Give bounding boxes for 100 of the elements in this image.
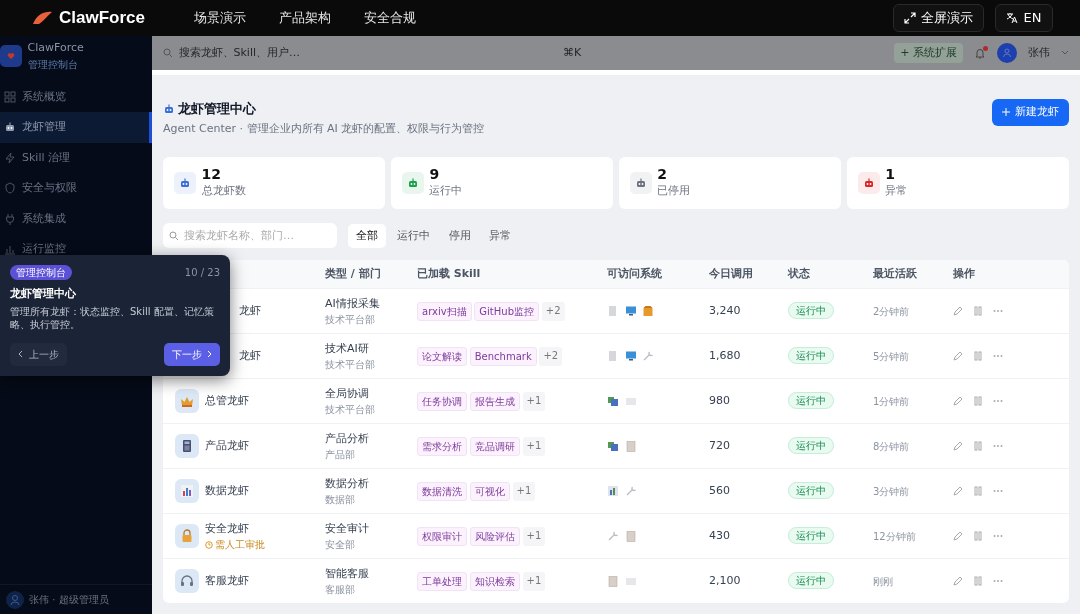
sidebar-item[interactable]: 系统集成: [0, 203, 152, 234]
extension-button[interactable]: + 系统扩展: [894, 42, 963, 64]
pause-button[interactable]: [974, 396, 982, 407]
more-count: +1: [522, 391, 546, 411]
clipboard-icon: [607, 575, 619, 588]
pause-button[interactable]: [974, 576, 982, 587]
agent-type: AI情报采集: [325, 295, 381, 312]
filter-tab[interactable]: 运行中: [388, 223, 438, 248]
user-avatar[interactable]: [997, 43, 1017, 63]
more-button[interactable]: [993, 534, 1003, 539]
tour-badge: 管理控制台: [10, 265, 72, 280]
skill-tag: Benchmark: [469, 346, 537, 366]
document-icon: [607, 350, 619, 363]
nav-link[interactable]: 场景演示: [194, 8, 247, 28]
status-badge: 运行中: [788, 572, 834, 589]
more-button[interactable]: [993, 309, 1003, 314]
column-header: 类型 / 部门: [325, 266, 382, 282]
pause-button[interactable]: [974, 531, 982, 542]
more-button[interactable]: [993, 444, 1003, 449]
department: 技术平台部: [325, 313, 376, 327]
shield-icon: [4, 182, 16, 195]
caret-icon: [1061, 50, 1069, 56]
stat-label: 总龙虾数: [201, 182, 246, 199]
skill-tag: 可视化: [469, 481, 510, 501]
chevron-left-icon: [18, 350, 23, 359]
edit-button[interactable]: [953, 441, 963, 452]
sidebar-item[interactable]: 龙虾管理: [0, 112, 152, 143]
call-count: 980: [709, 393, 731, 409]
edit-button[interactable]: [953, 351, 963, 362]
fullscreen-button[interactable]: 全屏演示: [892, 4, 985, 32]
skill-tag: 竞品调研: [469, 436, 520, 456]
call-count: 2,100: [709, 573, 742, 589]
more-count: +2: [541, 301, 565, 321]
status-badge: 运行中: [788, 392, 834, 409]
edit-button[interactable]: [953, 306, 963, 317]
call-count: 560: [709, 483, 731, 499]
monitor-icon: [624, 305, 637, 318]
search-field[interactable]: 搜索龙虾、Skill、用户…: [163, 44, 523, 62]
pause-button[interactable]: [974, 486, 982, 497]
pause-button[interactable]: [974, 441, 982, 452]
sidebar-item[interactable]: 系统概览: [0, 81, 152, 112]
more-button[interactable]: [993, 489, 1003, 494]
edit-button[interactable]: [953, 396, 963, 407]
filter-tab[interactable]: 停用: [440, 223, 479, 248]
agent-name: 安全龙虾: [204, 520, 250, 537]
more-button[interactable]: [993, 354, 1003, 359]
wrench-icon: [624, 485, 637, 498]
stat-label: 运行中: [429, 182, 463, 199]
brand-name: ClawForce: [59, 7, 145, 30]
more-count: +2: [539, 346, 563, 366]
skill-tag: 风险评估: [469, 526, 520, 546]
pause-button[interactable]: [974, 306, 982, 317]
more-button[interactable]: [993, 579, 1003, 584]
new-agent-button[interactable]: 新建龙虾: [991, 99, 1069, 126]
edit-button[interactable]: [953, 486, 963, 497]
skill-tag: 需求分析: [417, 436, 467, 456]
wrench-icon: [642, 350, 654, 363]
edit-button[interactable]: [953, 576, 963, 587]
ellipsis-icon: [993, 444, 1003, 449]
filter-tab[interactable]: 全部: [348, 223, 386, 248]
skill-tag: GitHub监控: [474, 301, 539, 321]
agent-name: 总管龙虾: [204, 393, 249, 409]
sidebar-item[interactable]: 运行监控: [0, 234, 152, 265]
agent-type: 安全审计: [325, 520, 370, 537]
last-active: 2分钟前: [873, 304, 911, 319]
filter-tab[interactable]: 异常: [481, 223, 520, 248]
robot-icon: [163, 102, 175, 115]
department: 产品部: [325, 448, 356, 462]
sidebar-item[interactable]: Skill 治理: [0, 142, 152, 173]
clock-icon: [204, 540, 213, 549]
sidebar-item[interactable]: 安全与权限: [0, 173, 152, 204]
language-button[interactable]: EN: [995, 4, 1053, 32]
ellipsis-icon: [993, 309, 1003, 314]
call-count: 430: [709, 528, 731, 544]
bar-chart-icon: [607, 485, 619, 498]
previous-button[interactable]: 上一步: [10, 342, 67, 366]
page-subtitle: Agent Center · 管理企业内所有 AI 龙虾的配置、权限与行为管控: [163, 121, 485, 138]
next-button[interactable]: 下一步: [163, 342, 220, 366]
nav-link[interactable]: 产品架构: [279, 8, 332, 28]
more-button[interactable]: [993, 399, 1003, 404]
column-header: 今日调用: [709, 266, 754, 282]
department: 安全部: [325, 538, 356, 552]
pause-icon: [974, 486, 982, 497]
sidebar-subtitle: 管理控制台: [27, 57, 79, 72]
agent-name: 龙虾: [238, 303, 261, 319]
pause-icon: [974, 396, 982, 407]
pause-button[interactable]: [974, 351, 982, 362]
card-icon: [624, 395, 637, 408]
approval-note: 需人工审批: [215, 538, 266, 552]
column-header: 操作: [953, 266, 975, 282]
page-title: 龙虾管理中心: [177, 100, 256, 118]
nav-link[interactable]: 安全合规: [364, 8, 417, 28]
last-active: 5分钟前: [873, 349, 911, 364]
ellipsis-icon: [993, 579, 1003, 584]
claw-logo-icon: [31, 10, 53, 26]
status-badge: 运行中: [788, 347, 834, 364]
edit-button[interactable]: [953, 531, 963, 542]
folders-icon: [607, 440, 619, 453]
ellipsis-icon: [993, 399, 1003, 404]
last-active: 8分钟前: [873, 439, 911, 454]
